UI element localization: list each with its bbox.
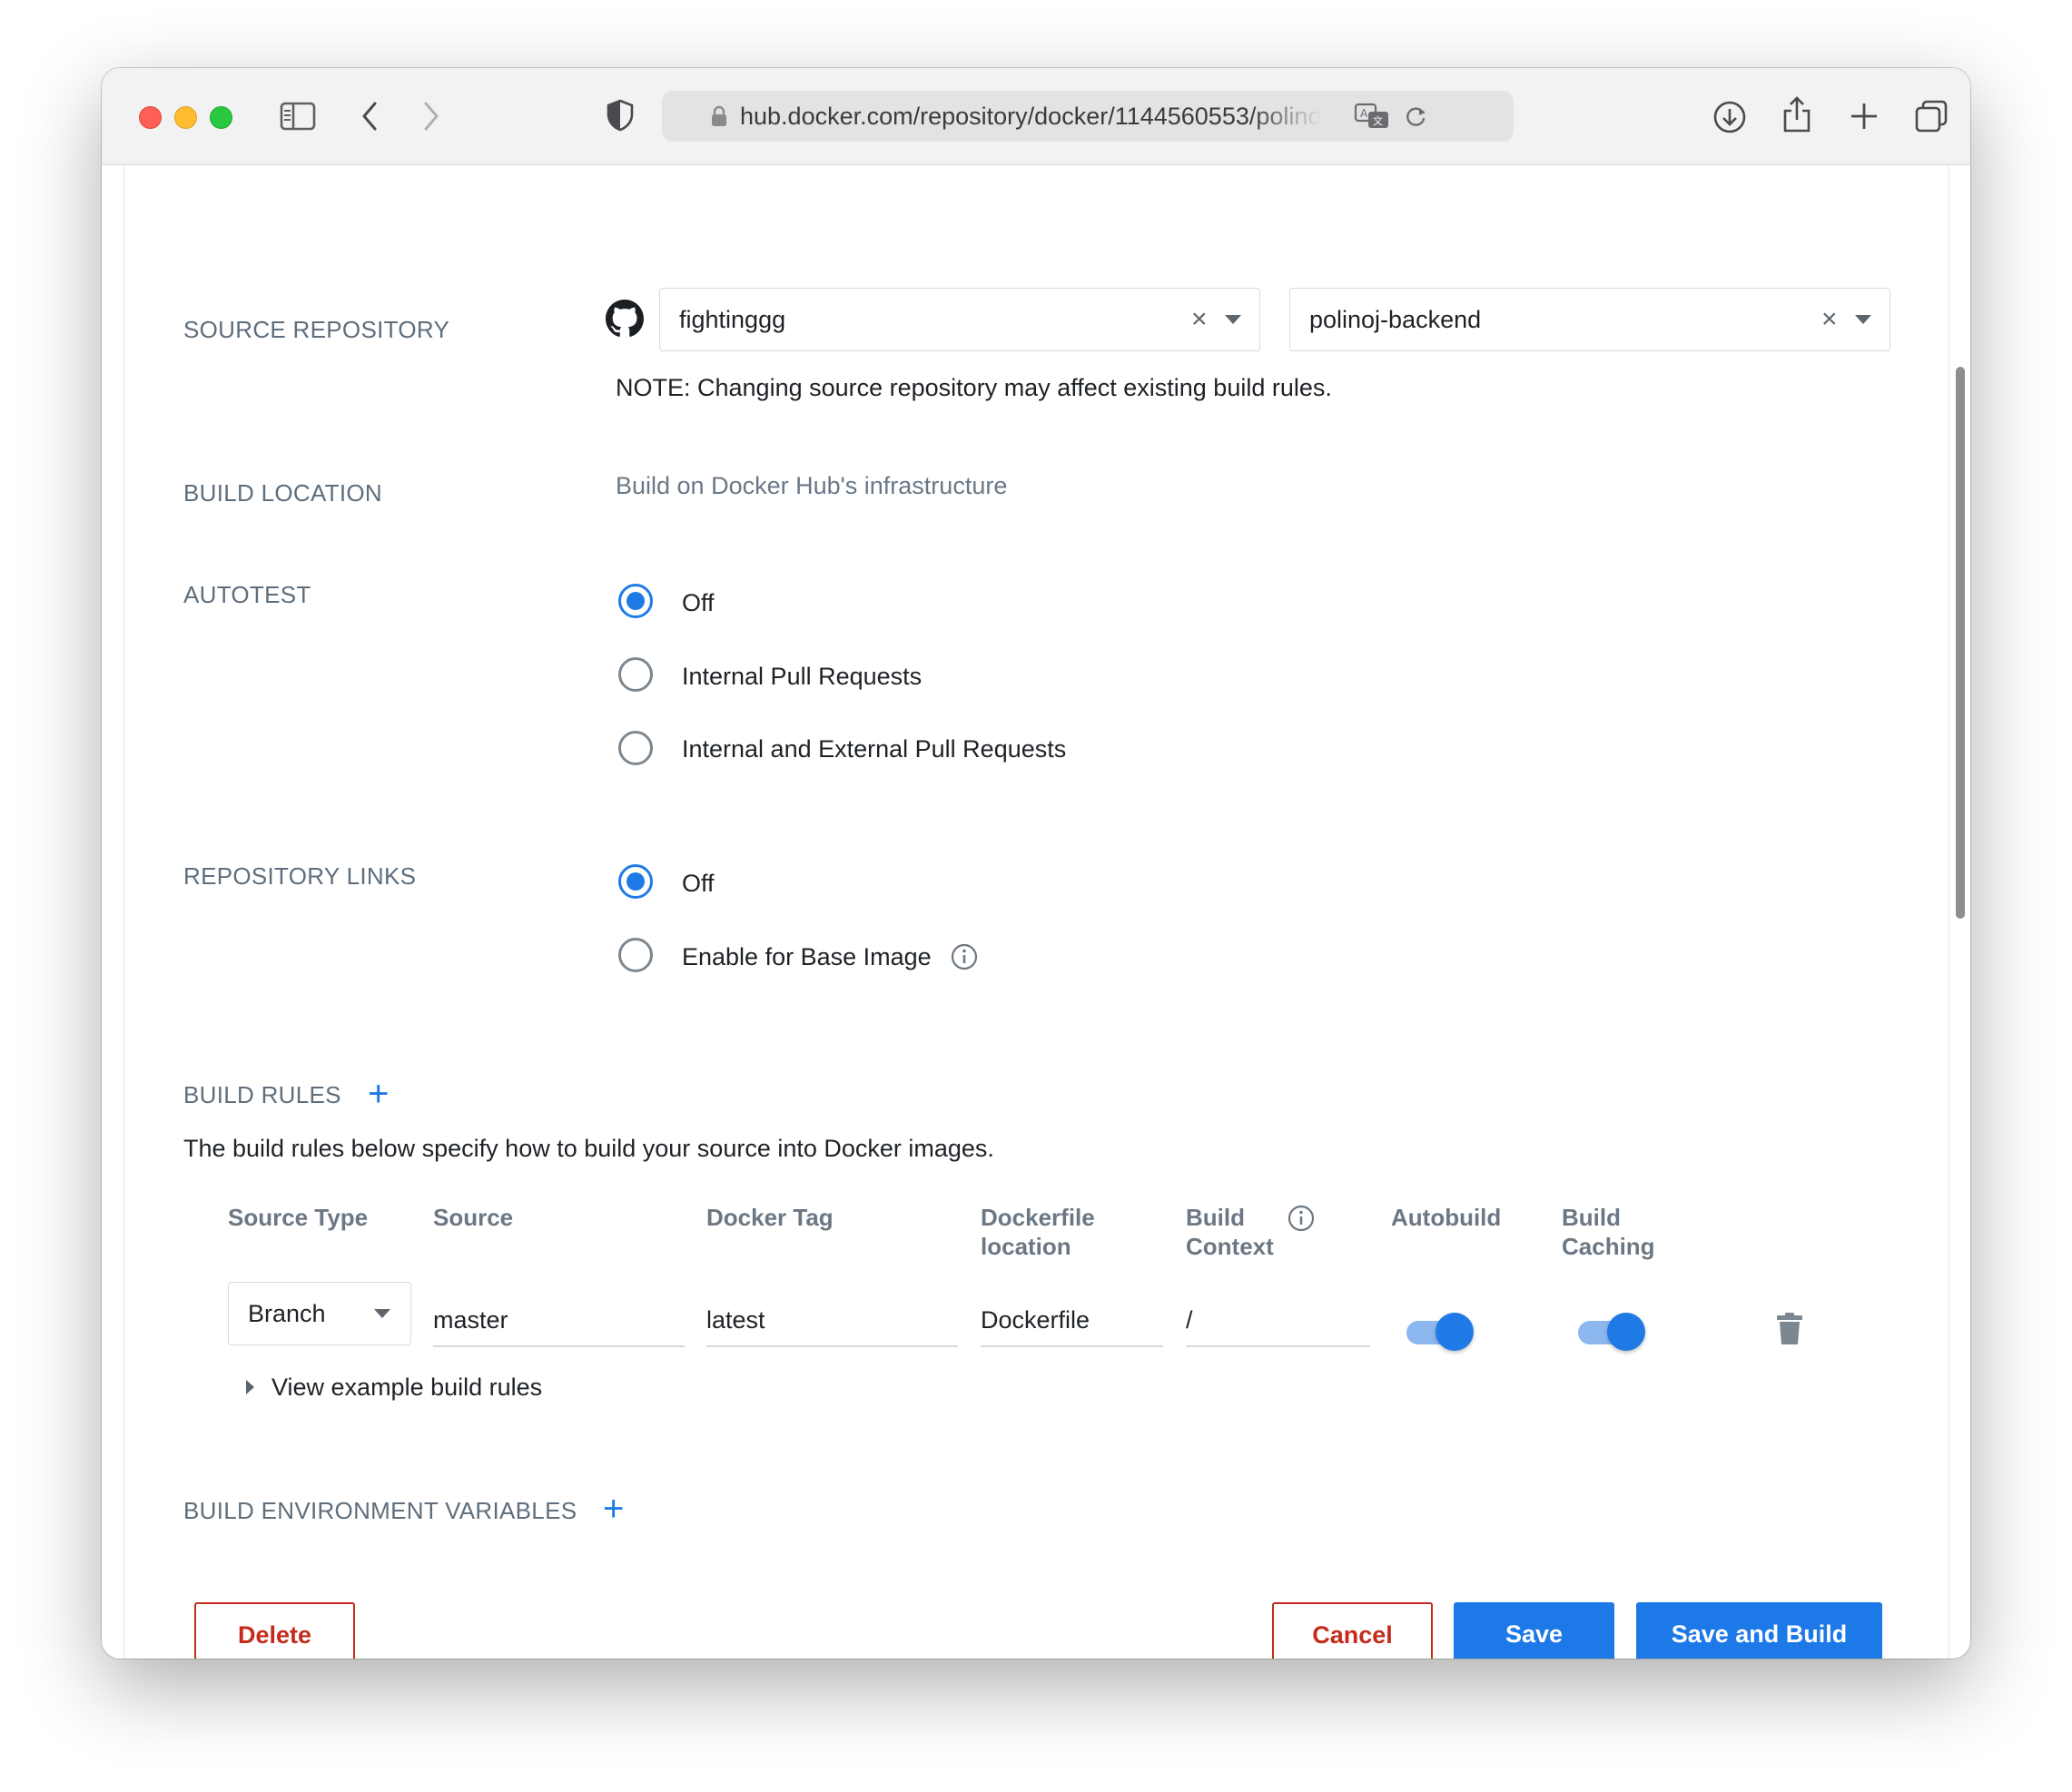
minimize-window-button[interactable] xyxy=(174,106,197,129)
save-and-build-button[interactable]: Save and Build xyxy=(1636,1602,1882,1659)
build-env-label: BUILD ENVIRONMENT VARIABLES xyxy=(183,1497,577,1524)
page-content: SOURCE REPOSITORY fightinggg × polinoj-b… xyxy=(102,165,1970,1659)
address-bar[interactable]: hub.docker.com/repository/docker/1144560… xyxy=(662,91,1514,142)
build-rules-description: The build rules below specify how to bui… xyxy=(183,1135,994,1162)
docker-tag-input[interactable]: latest xyxy=(706,1284,958,1347)
save-button[interactable]: Save xyxy=(1454,1602,1614,1659)
lock-icon xyxy=(712,105,726,126)
col-source-type: Source Type xyxy=(228,1204,369,1231)
source-type-select[interactable]: Branch xyxy=(228,1282,411,1345)
caret-right-icon[interactable] xyxy=(244,1379,255,1395)
build-location-label: BUILD LOCATION xyxy=(183,479,382,507)
trash-icon[interactable] xyxy=(1776,1312,1803,1346)
browser-toolbar: hub.docker.com/repository/docker/1144560… xyxy=(102,68,1970,165)
scrollbar-thumb[interactable] xyxy=(1956,367,1965,919)
build-location-value: Build on Docker Hub's infrastructure xyxy=(616,472,1008,499)
source-value: master xyxy=(433,1306,508,1334)
autobuild-toggle-knob xyxy=(1436,1313,1474,1351)
autotest-external-radio[interactable] xyxy=(618,731,653,765)
source-repository-note: NOTE: Changing source repository may aff… xyxy=(616,374,1332,401)
forward-icon[interactable] xyxy=(421,101,441,132)
clear-organization-icon[interactable]: × xyxy=(1191,289,1208,350)
privacy-shield-icon[interactable] xyxy=(606,99,635,132)
col-docker-tag: Docker Tag xyxy=(706,1204,834,1231)
autotest-internal-label[interactable]: Internal Pull Requests xyxy=(682,663,922,691)
downloads-icon[interactable] xyxy=(1712,100,1747,134)
col-build-context: Build Context xyxy=(1186,1203,1274,1261)
cancel-button[interactable]: Cancel xyxy=(1272,1602,1433,1659)
source-input[interactable]: master xyxy=(433,1284,685,1347)
chevron-down-icon[interactable] xyxy=(1225,315,1241,324)
content-border-left xyxy=(123,165,124,1659)
build-rules-label: BUILD RULES xyxy=(183,1081,341,1108)
autotest-internal-radio[interactable] xyxy=(618,657,653,692)
autotest-external-label[interactable]: Internal and External Pull Requests xyxy=(682,735,1066,763)
repository-select[interactable]: polinoj-backend × xyxy=(1289,288,1890,351)
build-caching-toggle[interactable] xyxy=(1578,1313,1645,1351)
delete-button[interactable]: Delete xyxy=(194,1602,355,1659)
info-icon[interactable] xyxy=(1287,1204,1316,1233)
col-build-context-line2: Context xyxy=(1186,1233,1274,1260)
autotest-label: AUTOTEST xyxy=(183,581,311,608)
new-tab-icon[interactable] xyxy=(1849,101,1880,132)
view-example-build-rules-link[interactable]: View example build rules xyxy=(271,1374,542,1402)
col-build-caching-line2: Caching xyxy=(1562,1233,1655,1260)
add-env-variable-icon[interactable]: + xyxy=(603,1491,624,1527)
chevron-down-icon[interactable] xyxy=(374,1309,390,1318)
tab-overview-icon[interactable] xyxy=(1914,99,1949,133)
docker-tag-value: latest xyxy=(706,1306,765,1334)
share-icon[interactable] xyxy=(1781,95,1812,133)
build-context-value: / xyxy=(1186,1306,1193,1334)
col-build-caching-line1: Build xyxy=(1562,1204,1621,1231)
autotest-off-radio[interactable] xyxy=(618,584,653,618)
col-source: Source xyxy=(433,1204,514,1231)
col-autobuild: Autobuild xyxy=(1391,1204,1502,1231)
browser-window: hub.docker.com/repository/docker/1144560… xyxy=(102,68,1970,1659)
repo-links-base-image-label[interactable]: Enable for Base Image xyxy=(682,943,932,971)
sidebar-icon[interactable] xyxy=(280,101,316,132)
repo-links-off-radio[interactable] xyxy=(618,864,653,899)
col-dockerfile-location: Dockerfile location xyxy=(981,1203,1095,1261)
reload-icon[interactable] xyxy=(1403,103,1428,129)
repository-value: polinoj-backend xyxy=(1309,306,1482,333)
back-icon[interactable] xyxy=(360,101,380,132)
svg-text:A: A xyxy=(1360,107,1368,120)
source-type-value: Branch xyxy=(248,1300,326,1327)
col-build-caching: Build Caching xyxy=(1562,1203,1655,1261)
translate-icon[interactable]: A 文 xyxy=(1354,102,1390,131)
dockerfile-location-input[interactable]: Dockerfile xyxy=(981,1284,1163,1347)
repo-links-off-label[interactable]: Off xyxy=(682,870,715,898)
col-dockerfile-location-line1: Dockerfile xyxy=(981,1204,1095,1231)
build-context-input[interactable]: / xyxy=(1186,1284,1370,1347)
close-window-button[interactable] xyxy=(139,106,162,129)
build-caching-toggle-knob xyxy=(1607,1313,1645,1351)
autotest-off-label[interactable]: Off xyxy=(682,589,715,617)
zoom-window-button[interactable] xyxy=(210,106,232,129)
col-dockerfile-location-line2: location xyxy=(981,1233,1071,1260)
source-repository-label: SOURCE REPOSITORY xyxy=(183,316,450,343)
url-text: hub.docker.com/repository/docker/1144560… xyxy=(740,103,1321,130)
add-build-rule-icon[interactable]: + xyxy=(368,1076,389,1112)
repository-links-label: REPOSITORY LINKS xyxy=(183,862,417,890)
col-build-context-line1: Build xyxy=(1186,1204,1245,1231)
repo-links-base-image-radio[interactable] xyxy=(618,938,653,972)
dockerfile-location-value: Dockerfile xyxy=(981,1306,1090,1334)
svg-text:文: 文 xyxy=(1373,114,1383,127)
autobuild-toggle[interactable] xyxy=(1406,1313,1474,1351)
chevron-down-icon[interactable] xyxy=(1855,315,1871,324)
organization-select[interactable]: fightinggg × xyxy=(659,288,1260,351)
clear-repository-icon[interactable]: × xyxy=(1821,289,1838,350)
info-icon[interactable] xyxy=(950,942,979,971)
github-icon xyxy=(606,300,644,337)
organization-value: fightinggg xyxy=(679,306,786,333)
